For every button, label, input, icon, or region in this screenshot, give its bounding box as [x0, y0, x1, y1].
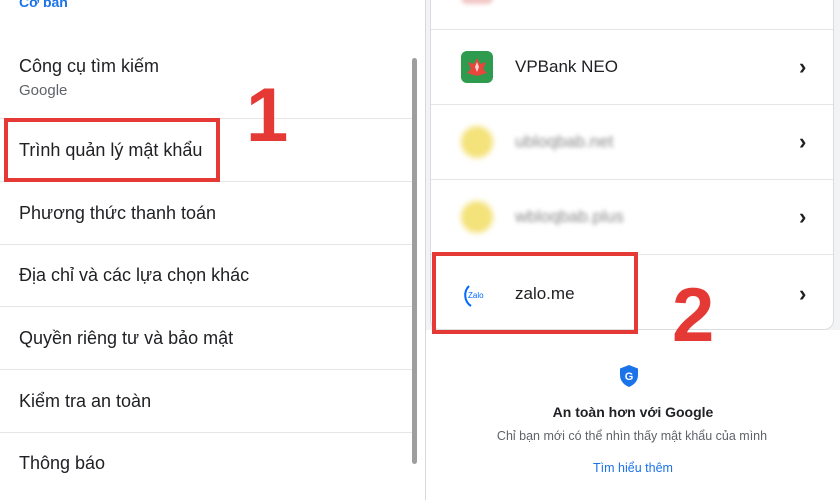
learn-more-link[interactable]: Tìm hiểu thêm: [426, 461, 840, 475]
site-name: ubloqbab.net: [515, 132, 614, 151]
site-row-blurred-1[interactable]: ubloqbab.net ›: [431, 105, 833, 179]
settings-item-label: Công cụ tìm kiếm: [19, 56, 160, 76]
chevron-right-icon: ›: [799, 54, 807, 79]
chevron-right-icon: ›: [799, 204, 807, 229]
section-title: Cơ bản: [19, 0, 68, 10]
step-number-1: 1: [246, 73, 289, 158]
highlight-box-step2: [432, 252, 638, 334]
settings-item-label: Phương thức thanh toán: [19, 203, 217, 223]
settings-item-sublabel: Google: [19, 82, 68, 99]
scrollbar[interactable]: [412, 58, 417, 464]
settings-item-addresses[interactable]: Địa chỉ và các lựa chọn khác: [0, 245, 415, 307]
safety-title: An toàn hơn với Google: [552, 404, 714, 420]
chevron-right-icon: ›: [799, 281, 807, 306]
safety-description: Chỉ bạn mới có thể nhìn thấy mật khẩu củ…: [496, 429, 768, 443]
site-name: VPBank NEO: [515, 57, 618, 76]
chevron-right-icon: ›: [799, 129, 807, 154]
settings-item-label: Kiểm tra an toàn: [19, 391, 152, 411]
settings-item-label: Thông báo: [19, 453, 106, 473]
step-number-2: 2: [672, 273, 715, 358]
site-name: wbloqbab.plus: [515, 207, 624, 226]
google-shield-icon: G: [620, 365, 638, 387]
settings-item-privacy-security[interactable]: Quyền riêng tư và bảo mật: [0, 307, 415, 370]
settings-item-payment-methods[interactable]: Phương thức thanh toán: [0, 182, 415, 245]
settings-item-notifications[interactable]: Thông báo: [0, 433, 415, 499]
site-row-partial[interactable]: [431, 0, 833, 25]
settings-item-label: Quyền riêng tư và bảo mật: [19, 328, 234, 348]
settings-item-search-engine[interactable]: Công cụ tìm kiếm Google: [0, 38, 415, 119]
site-row-vpbank[interactable]: VPBank NEO ›: [431, 30, 833, 104]
settings-item-label: Địa chỉ và các lựa chọn khác: [19, 265, 250, 285]
highlight-box-step1: [4, 118, 220, 182]
blurred-site-icon: [461, 201, 493, 233]
blurred-site-icon: [461, 126, 493, 158]
vpbank-logo-icon: [461, 51, 493, 83]
blurred-site-icon: [461, 0, 493, 4]
site-row-blurred-2[interactable]: wbloqbab.plus ›: [431, 180, 833, 254]
settings-item-safety-check[interactable]: Kiểm tra an toàn: [0, 370, 415, 433]
svg-text:G: G: [625, 371, 634, 383]
settings-panel: Cơ bản Công cụ tìm kiếm Google Trình quả…: [0, 0, 426, 500]
